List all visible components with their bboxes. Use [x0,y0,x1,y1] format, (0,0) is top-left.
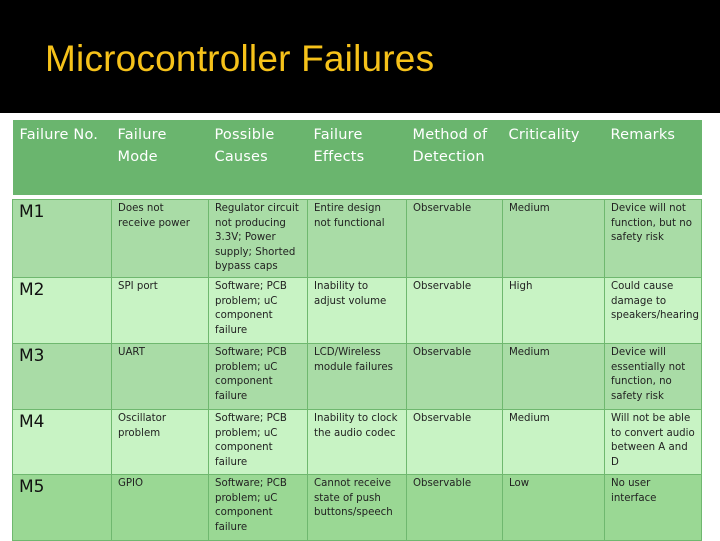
failure-id: M4 [12,409,112,475]
failure-table: Failure No. Failure Mode Possible Causes… [12,120,702,541]
remarks: No user interface [604,474,702,541]
possible-causes: Software; PCB problem; uC component fail… [208,277,308,344]
detection-method: Observable [406,474,503,541]
header-method-of-detection: Method of Detection [406,120,503,195]
criticality: High [502,277,605,344]
table-row: M4 Oscillator problem Software; PCB prob… [12,409,702,475]
possible-causes: Software; PCB problem; uC component fail… [208,474,308,541]
failure-mode: GPIO [111,474,209,541]
table-row: M5 GPIO Software; PCB problem; uC compon… [12,474,702,541]
header-failure-mode: Failure Mode [111,120,209,195]
header-remarks: Remarks [604,120,702,195]
failure-effects: LCD/Wireless module failures [307,343,407,410]
possible-causes: Software; PCB problem; uC component fail… [208,343,308,410]
criticality: Medium [502,199,605,278]
remarks: Device will not function, but no safety … [604,199,702,278]
failure-id: M2 [12,277,112,344]
detection-method: Observable [406,277,503,344]
failure-effects: Cannot receive state of push buttons/spe… [307,474,407,541]
possible-causes: Regulator circuit not producing 3.3V; Po… [208,199,308,278]
failure-effects: Entire design not functional [307,199,407,278]
failure-mode: SPI port [111,277,209,344]
failure-id: M3 [12,343,112,410]
failure-id: M5 [12,474,112,541]
failure-mode: Oscillator problem [111,409,209,475]
failure-mode: Does not receive power [111,199,209,278]
detection-method: Observable [406,409,503,475]
remarks: Device will essentially not function, no… [604,343,702,410]
header-criticality: Criticality [502,120,605,195]
detection-method: Observable [406,199,503,278]
remarks: Will not be able to convert audio betwee… [604,409,702,475]
table-row: M1 Does not receive power Regulator circ… [12,199,702,278]
slide-title: Microcontroller Failures [45,38,435,79]
criticality: Medium [502,343,605,410]
failure-id: M1 [12,199,112,278]
detection-method: Observable [406,343,503,410]
table-row: M2 SPI port Software; PCB problem; uC co… [12,277,702,344]
possible-causes: Software; PCB problem; uC component fail… [208,409,308,475]
header-failure-no: Failure No. [12,120,112,195]
failure-effects: Inability to adjust volume [307,277,407,344]
table-row: M3 UART Software; PCB problem; uC compon… [12,343,702,410]
failure-effects: Inability to clock the audio codec [307,409,407,475]
header-failure-effects: Failure Effects [307,120,407,195]
criticality: Medium [502,409,605,475]
criticality: Low [502,474,605,541]
failure-mode: UART [111,343,209,410]
header-row: Failure No. Failure Mode Possible Causes… [12,120,702,195]
title-bar: Microcontroller Failures [0,0,720,113]
remarks: Could cause damage to speakers/hearing [604,277,702,344]
header-possible-causes: Possible Causes [208,120,308,195]
